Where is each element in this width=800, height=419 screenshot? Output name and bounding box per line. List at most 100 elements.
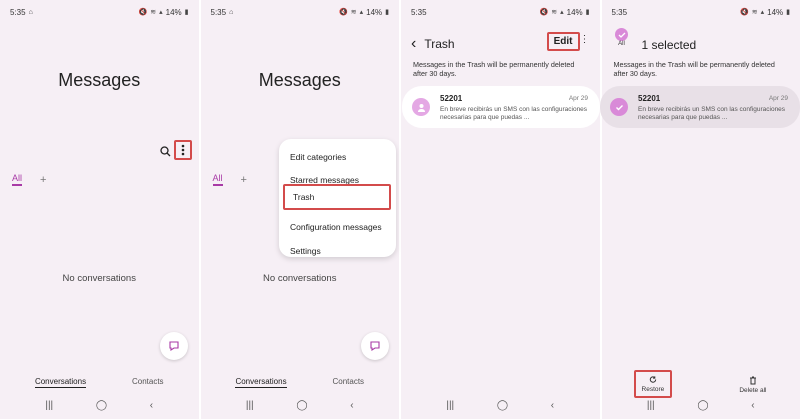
restore-icon	[649, 376, 657, 383]
delete-all-button[interactable]: Delete all	[739, 370, 766, 398]
system-navbar: ||| ◯ ‹	[401, 400, 600, 411]
trash-icon	[749, 376, 756, 384]
battery-label: 14%	[165, 7, 182, 17]
battery-label: 14%	[366, 7, 383, 17]
system-navbar: ||| ◯ ‹	[0, 400, 199, 411]
nav-recents-icon[interactable]: |||	[45, 400, 53, 411]
menu-item-settings[interactable]: Settings	[279, 239, 396, 263]
time-label: 5:35	[411, 7, 427, 17]
tab-all[interactable]: All	[12, 173, 23, 186]
alarm-icon: ⌂	[28, 8, 33, 16]
message-date: Apr 29	[768, 95, 788, 102]
nav-recents-icon[interactable]: |||	[647, 400, 655, 411]
compose-button[interactable]	[160, 332, 188, 360]
compose-button[interactable]	[360, 332, 389, 360]
battery-icon: ▮	[385, 9, 389, 16]
nav-home-icon[interactable]: ◯	[296, 400, 307, 411]
message-sender: 52201	[440, 94, 463, 103]
tab-conversations[interactable]: Conversations	[235, 377, 287, 388]
nav-recents-icon[interactable]: |||	[446, 400, 454, 411]
wifi-icon: ≋	[751, 9, 758, 16]
screen-messages: 5:35 ⌂ 🔇 ≋ ▴ 14% ▮ Messages All + No conversa…	[0, 0, 199, 419]
wifi-icon: ≋	[150, 9, 157, 16]
more-options-button[interactable]	[174, 140, 192, 160]
search-icon[interactable]	[156, 143, 174, 159]
bottom-tabs: Conversations Contacts	[0, 377, 199, 388]
battery-icon: ▮	[184, 9, 189, 16]
page-title: Messages	[58, 70, 141, 90]
system-navbar: ||| ◯ ‹	[602, 400, 800, 411]
signal-icon: ▴	[560, 9, 564, 16]
battery-label: 14%	[767, 7, 784, 17]
nav-home-icon[interactable]: ◯	[697, 400, 708, 411]
edit-button[interactable]: Edit	[546, 32, 580, 51]
signal-icon: ▴	[359, 9, 364, 16]
selected-message-card[interactable]: 52201 En breve recibirás un SMS con las …	[600, 86, 800, 128]
more-vert-icon[interactable]: ⋮	[580, 34, 590, 45]
alarm-icon: ⌂	[229, 8, 234, 16]
add-category-icon[interactable]: +	[40, 174, 46, 186]
time-label: 5:35	[611, 7, 628, 17]
check-icon	[615, 28, 628, 41]
selected-count: 1 selected	[641, 38, 697, 52]
menu-item-trash[interactable]: Trash	[283, 184, 391, 210]
avatar	[412, 98, 430, 116]
battery-icon: ▮	[585, 9, 590, 16]
message-preview: En breve recibirás un SMS con las config…	[440, 106, 588, 122]
restore-label: Restore	[641, 386, 665, 393]
battery-icon: ▮	[786, 9, 790, 16]
status-bar: 5:35 🔇 ≋ ▴ 14% ▮	[612, 6, 791, 18]
nav-home-icon[interactable]: ◯	[497, 400, 508, 411]
add-category-icon[interactable]: +	[241, 174, 247, 186]
nav-back-icon[interactable]: ‹	[551, 400, 554, 411]
trash-header: ‹ Trash Edit ⋮	[411, 32, 590, 53]
signal-icon: ▴	[159, 9, 163, 16]
tab-conversations[interactable]: Conversations	[34, 377, 87, 388]
trash-message-card[interactable]: 52201 En breve recibirás un SMS con las …	[402, 86, 600, 128]
status-bar: 5:35 ⌂ 🔇 ≋ ▴ 14% ▮	[211, 6, 390, 18]
mute-icon: 🔇	[138, 9, 148, 16]
empty-state-text: No conversations	[62, 273, 136, 284]
tab-all[interactable]: All	[212, 173, 223, 186]
back-icon[interactable]: ‹	[411, 35, 416, 53]
screen-trash: 5:35 🔇 ≋ ▴ 14% ▮ ‹ Trash Edit ⋮ Messages in …	[401, 0, 600, 419]
mute-icon: 🔇	[339, 9, 348, 16]
menu-item-edit-categories[interactable]: Edit categories	[279, 145, 396, 169]
more-vert-icon	[181, 144, 185, 156]
nav-back-icon[interactable]: ‹	[150, 400, 153, 411]
wifi-icon: ≋	[551, 9, 558, 16]
nav-back-icon[interactable]: ‹	[350, 400, 353, 411]
menu-item-configuration[interactable]: Configuration messages	[279, 216, 396, 240]
status-bar: 5:35 🔇 ≋ ▴ 14% ▮	[411, 6, 590, 18]
category-tabs: All +	[212, 173, 247, 186]
signal-icon: ▴	[760, 9, 765, 16]
wifi-icon: ≋	[350, 9, 357, 16]
tab-contacts[interactable]: Contacts	[332, 377, 364, 388]
empty-state-text: No conversations	[263, 273, 337, 284]
system-navbar: ||| ◯ ‹	[201, 400, 400, 411]
nav-home-icon[interactable]: ◯	[96, 400, 107, 411]
compose-icon	[169, 341, 179, 352]
compose-icon	[369, 341, 380, 352]
nav-recents-icon[interactable]: |||	[246, 400, 254, 411]
person-icon	[417, 103, 425, 112]
status-bar: 5:35 ⌂ 🔇 ≋ ▴ 14% ▮	[10, 6, 189, 18]
trash-note: Messages in the Trash will be permanentl…	[613, 60, 775, 79]
screenshot-strip: 5:35 ⌂ 🔇 ≋ ▴ 14% ▮ Messages All + No conversa…	[0, 0, 800, 419]
delete-all-label: Delete all	[739, 386, 767, 394]
nav-back-icon[interactable]: ‹	[751, 400, 754, 411]
message-preview: En breve recibirás un SMS con las config…	[638, 106, 786, 122]
battery-label: 14%	[566, 7, 583, 17]
selected-check-icon	[610, 98, 628, 116]
page-title: Trash	[424, 37, 455, 51]
all-label: All	[618, 41, 625, 47]
message-sender: 52201	[638, 94, 661, 103]
screen-trash-selected: 5:35 🔇 ≋ ▴ 14% ▮ All 1 selected Messages in …	[601, 0, 800, 419]
mute-icon: 🔇	[740, 9, 749, 16]
selection-actions: Restore Delete all	[600, 370, 800, 398]
page-title: Messages	[258, 70, 341, 90]
bottom-tabs: Conversations Contacts	[201, 377, 400, 388]
select-all-toggle[interactable]: All	[612, 28, 632, 56]
tab-contacts[interactable]: Contacts	[132, 377, 164, 388]
restore-button[interactable]: Restore	[633, 370, 673, 398]
